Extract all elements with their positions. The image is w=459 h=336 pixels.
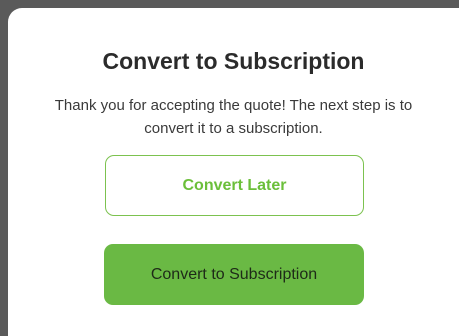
- convert-to-subscription-button[interactable]: Convert to Subscription: [104, 244, 364, 305]
- dialog-title: Convert to Subscription: [102, 48, 365, 74]
- convert-subscription-dialog: Convert to Subscription Thank you for ac…: [8, 8, 459, 336]
- convert-later-button[interactable]: Convert Later: [105, 155, 364, 216]
- dialog-message: Thank you for accepting the quote! The n…: [54, 97, 413, 137]
